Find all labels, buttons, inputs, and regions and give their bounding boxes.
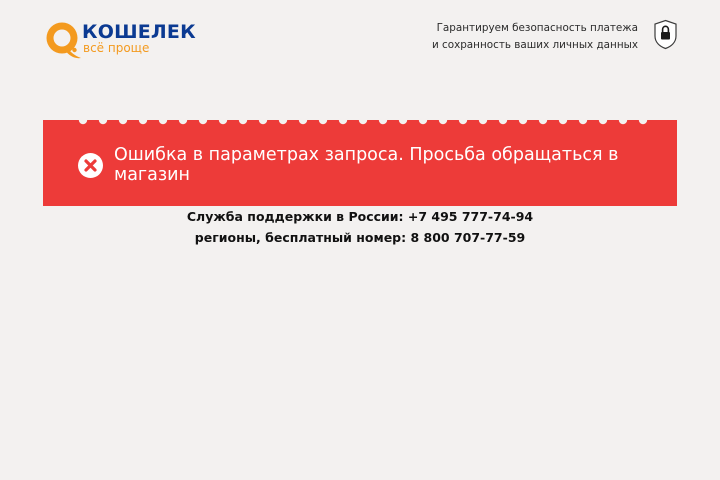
perforation-hole <box>278 116 288 125</box>
support-free-phone[interactable]: регионы, бесплатный номер: 8 800 707-77-… <box>0 227 720 248</box>
perforation-hole <box>238 116 248 125</box>
error-x-icon <box>78 153 103 178</box>
guarantee-line-2: и сохранность ваших личных данных <box>431 39 638 51</box>
perforation-hole <box>198 116 208 125</box>
error-message: Ошибка в параметрах запроса. Просьба обр… <box>114 145 619 185</box>
perforation-hole <box>158 116 168 125</box>
perforation-hole <box>378 116 388 125</box>
perforation-hole <box>618 116 628 125</box>
perforation-hole <box>298 116 308 125</box>
perforation-hole <box>258 116 268 125</box>
perforation-hole <box>138 116 148 125</box>
perforation-hole <box>118 116 128 125</box>
logo-brand-text: КОШЕЛЕК <box>82 21 196 43</box>
perforated-edge <box>78 116 648 125</box>
qiwi-logo[interactable]: КОШЕЛЕК всё проще <box>44 20 196 62</box>
page-header: КОШЕЛЕК всё проще Гарантируем безопаснос… <box>0 0 720 80</box>
perforation-hole <box>98 116 108 125</box>
perforation-hole <box>498 116 508 125</box>
perforation-hole <box>458 116 468 125</box>
perforation-hole <box>338 116 348 125</box>
shield-lock-icon <box>654 19 677 50</box>
support-russia-phone[interactable]: Служба поддержки в России: +7 495 777-74… <box>0 206 720 227</box>
perforation-hole <box>358 116 368 125</box>
guarantee-line-1: Гарантируем безопасность платежа <box>436 22 638 34</box>
perforation-hole <box>178 116 188 125</box>
perforation-hole <box>318 116 328 125</box>
logo-tagline: всё проще <box>83 41 150 55</box>
perforation-hole <box>418 116 428 125</box>
perforation-hole <box>478 116 488 125</box>
support-contacts: Служба поддержки в России: +7 495 777-74… <box>0 206 720 248</box>
perforation-hole <box>578 116 588 125</box>
error-banner: Ошибка в параметрах запроса. Просьба обр… <box>43 116 677 206</box>
qiwi-q-icon <box>46 22 81 59</box>
perforation-hole <box>78 116 88 125</box>
perforation-hole <box>218 116 228 125</box>
perforation-hole <box>398 116 408 125</box>
perforation-hole <box>518 116 528 125</box>
perforation-hole <box>638 116 648 125</box>
perforation-hole <box>598 116 608 125</box>
perforation-hole <box>558 116 568 125</box>
perforation-hole <box>538 116 548 125</box>
security-guarantee: Гарантируем безопасность платежа и сохра… <box>388 20 638 54</box>
perforation-hole <box>438 116 448 125</box>
